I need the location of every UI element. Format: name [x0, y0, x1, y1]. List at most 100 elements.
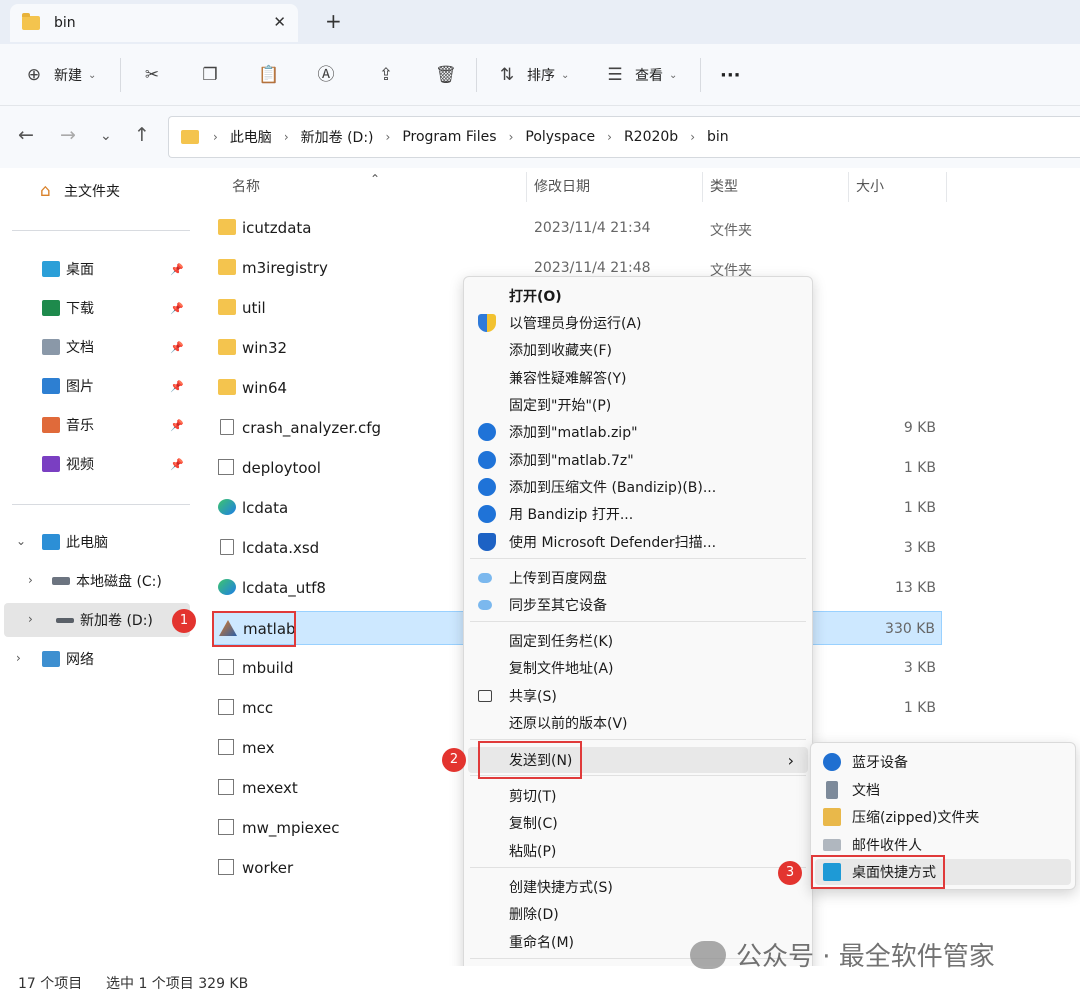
breadcrumb-item[interactable]: bin — [707, 129, 729, 145]
tab-bar: bin ✕ + — [0, 0, 1080, 44]
column-header-size[interactable]: 大小 — [856, 168, 884, 206]
breadcrumb-item[interactable]: Polyspace — [525, 129, 595, 145]
context-menu-item[interactable]: 以管理员身份运行(A) — [468, 310, 808, 336]
breadcrumb-item[interactable]: 此电脑 — [230, 127, 272, 147]
sort-button[interactable]: ⇅ 排序 ⌄ — [497, 62, 570, 88]
send-to-item[interactable]: 邮件收件人 — [815, 832, 1071, 858]
pin-icon[interactable]: 📌 — [170, 341, 184, 354]
context-menu-item[interactable]: 剪切(T) — [468, 783, 808, 809]
context-menu-item[interactable]: 还原以前的版本(V) — [468, 710, 808, 736]
send-to-item[interactable]: 压缩(zipped)文件夹 — [815, 804, 1071, 830]
doc-icon — [826, 780, 838, 799]
pin-icon[interactable]: 📌 — [170, 302, 184, 315]
folder-icon — [218, 259, 236, 275]
context-menu-item[interactable]: 粘贴(P) — [468, 838, 808, 864]
back-arrow-icon[interactable]: ← — [18, 124, 34, 146]
sidebar-item-drive-d[interactable]: › 新加卷 (D:) — [4, 603, 190, 637]
folder-icon — [218, 219, 236, 235]
new-tab-icon[interactable]: + — [325, 9, 342, 33]
sidebar-item-drive-c[interactable]: 本地磁盘 (C:) — [0, 564, 190, 598]
menu-item-label: 使用 Microsoft Defender扫描... — [509, 535, 717, 551]
paste-button[interactable]: 📋 — [258, 62, 279, 88]
column-divider[interactable] — [526, 172, 527, 202]
new-label: 新建 — [54, 68, 82, 84]
context-menu-item[interactable]: 添加到收藏夹(F) — [468, 337, 808, 363]
breadcrumb-item[interactable]: Program Files — [402, 129, 496, 145]
context-menu-item[interactable]: 复制文件地址(A) — [468, 655, 808, 681]
sidebar-item-pinned[interactable]: 图片 📌 — [0, 369, 190, 403]
address-bar[interactable]: › 此电脑 › 新加卷 (D:) › Program Files › Polys… — [168, 116, 1080, 158]
chevron-right-icon: › — [385, 130, 391, 144]
context-menu-item[interactable]: 固定到任务栏(K) — [468, 628, 808, 654]
expand-chevron-icon[interactable]: › — [28, 612, 33, 626]
context-menu-item[interactable]: 添加到压缩文件 (Bandizip)(B)... — [468, 474, 808, 500]
column-header-type[interactable]: 类型 — [710, 168, 738, 206]
more-options-button[interactable]: ··· — [720, 62, 741, 88]
step-badge-2: 2 — [442, 748, 466, 772]
context-menu-item[interactable]: 固定到"开始"(P) — [468, 392, 808, 418]
menu-separator — [470, 867, 806, 868]
file-name: lcdata.xsd — [242, 539, 320, 557]
tab-bin[interactable]: bin ✕ — [10, 4, 298, 42]
delete-button[interactable]: 🗑 — [435, 62, 457, 88]
file-date: 2023/11/4 21:48 — [534, 260, 651, 276]
column-divider[interactable] — [946, 172, 947, 202]
pin-icon[interactable]: 📌 — [170, 380, 184, 393]
context-menu-item[interactable]: 上传到百度网盘 — [468, 565, 808, 591]
context-menu-item[interactable]: 复制(C) — [468, 810, 808, 836]
context-menu-item[interactable]: 添加到"matlab.7z" — [468, 447, 808, 473]
view-button[interactable]: ☰ 查看 ⌄ — [605, 62, 677, 88]
pin-icon[interactable]: 📌 — [170, 263, 184, 276]
recent-chevron-icon[interactable]: ⌄ — [100, 128, 112, 144]
sidebar-divider — [12, 230, 190, 231]
chevron-down-icon: ⌄ — [561, 69, 570, 81]
file-row[interactable]: icutzdata 2023/11/4 21:34 文件夹 — [212, 211, 942, 245]
pin-icon[interactable]: 📌 — [170, 419, 184, 432]
computer-icon — [42, 534, 60, 550]
sidebar-item-pinned[interactable]: 文档 📌 — [0, 330, 190, 364]
file-name: lcdata — [242, 499, 289, 517]
column-divider[interactable] — [702, 172, 703, 202]
send-to-item[interactable]: 蓝牙设备 — [815, 749, 1071, 775]
file-size: 3 KB — [903, 540, 936, 556]
context-menu-item[interactable]: 创建快捷方式(S) — [468, 874, 808, 900]
context-menu-item[interactable]: 添加到"matlab.zip" — [468, 419, 808, 445]
context-menu-item[interactable]: 删除(D) — [468, 901, 808, 927]
copy-button[interactable]: ❐ — [200, 62, 220, 88]
menu-item-label: 还原以前的版本(V) — [509, 716, 628, 732]
breadcrumb-item[interactable]: 新加卷 (D:) — [301, 127, 374, 147]
context-menu-item[interactable]: 兼容性疑难解答(Y) — [468, 365, 808, 391]
rename-button[interactable]: Ⓐ — [316, 62, 336, 88]
send-to-item[interactable]: 文档 — [815, 777, 1071, 803]
context-menu-item[interactable]: 用 Bandizip 打开... — [468, 501, 808, 527]
column-header-date[interactable]: 修改日期 — [534, 168, 590, 206]
sidebar-item-pinned[interactable]: 桌面 📌 — [0, 252, 190, 286]
sidebar-item-network[interactable]: 网络 — [0, 642, 190, 676]
scissors-icon: ✂ — [144, 65, 160, 85]
menu-item-label: 固定到"开始"(P) — [509, 398, 612, 414]
column-header-name[interactable]: 名称 — [232, 168, 260, 206]
forward-arrow-icon[interactable]: → — [60, 124, 76, 146]
up-arrow-icon[interactable]: ↑ — [134, 124, 150, 146]
context-menu-item[interactable]: 使用 Microsoft Defender扫描... — [468, 529, 808, 555]
breadcrumb-item[interactable]: R2020b — [624, 129, 678, 145]
sidebar-item-home[interactable]: ⌂ 主文件夹 — [0, 174, 190, 208]
pin-icon[interactable]: 📌 — [170, 458, 184, 471]
sidebar-item-pinned[interactable]: 音乐 📌 — [0, 408, 190, 442]
context-menu-item[interactable]: 共享(S) — [468, 683, 808, 709]
sidebar-item-pinned[interactable]: 下载 📌 — [0, 291, 190, 325]
navigation-pane: ⌂ 主文件夹 桌面 📌 下载 📌 文档 📌 图片 📌 音乐 📌 视频 📌 ⌄ 此电脑 › 本地磁盘 (… — [0, 168, 192, 966]
sort-icon: ⇅ — [499, 65, 515, 85]
share-button[interactable]: ⇪ — [376, 62, 396, 88]
close-tab-icon[interactable]: ✕ — [273, 13, 286, 31]
folder-icon — [181, 130, 199, 144]
sidebar-item-pinned[interactable]: 视频 📌 — [0, 447, 190, 481]
context-menu-item[interactable]: 打开(O) — [468, 283, 808, 309]
context-menu-item[interactable]: 同步至其它设备 — [468, 592, 808, 618]
column-divider[interactable] — [848, 172, 849, 202]
cut-button[interactable]: ✂ — [142, 62, 162, 88]
new-button[interactable]: ⊕ 新建 ⌄ — [24, 62, 97, 88]
sidebar-item-this-pc[interactable]: 此电脑 — [0, 525, 190, 559]
menu-item-label: 用 Bandizip 打开... — [509, 507, 634, 523]
baidu-icon — [478, 600, 492, 610]
